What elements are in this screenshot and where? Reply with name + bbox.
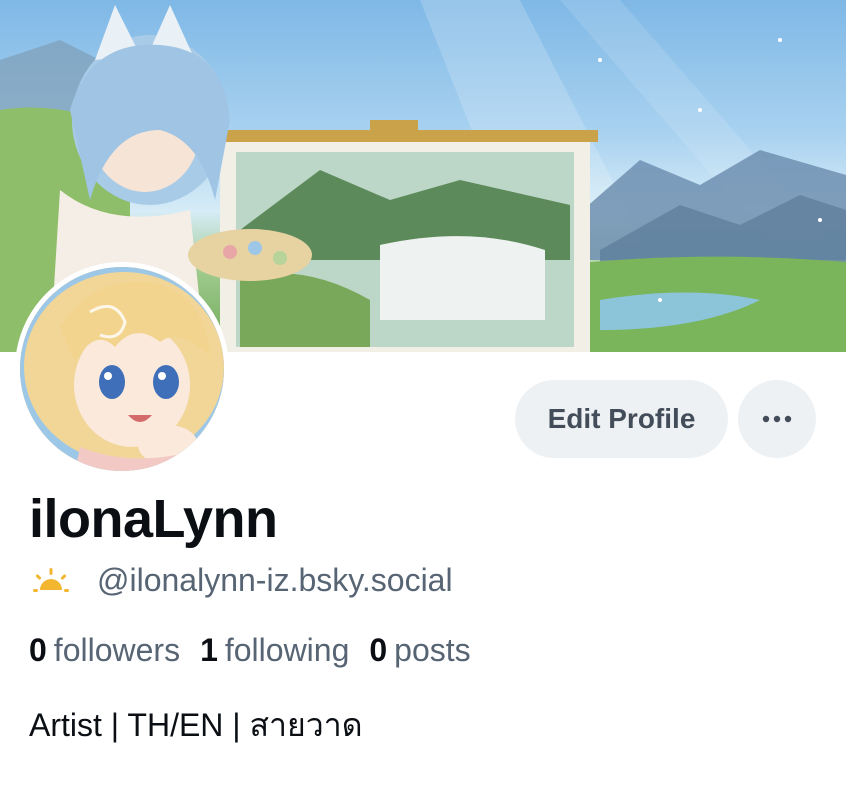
ellipsis-icon — [762, 415, 792, 423]
followers-count: 0 — [29, 632, 47, 668]
followers-label: followers — [53, 632, 181, 668]
posts-stat: 0 posts — [369, 630, 470, 670]
posts-count: 0 — [369, 632, 388, 668]
profile-page: Edit Profile ilonaLynn @ilonalynn-iz.bsk… — [0, 0, 846, 788]
avatar[interactable] — [15, 262, 229, 476]
more-options-button[interactable] — [738, 380, 816, 458]
display-name: ilonaLynn — [29, 489, 278, 549]
sunrise-icon — [33, 568, 69, 592]
profile-stats: 0 followers 1 following 0 posts — [29, 630, 491, 670]
edit-profile-button[interactable]: Edit Profile — [515, 380, 728, 458]
profile-bio: Artist | TH/EN | สายวาด — [29, 707, 363, 743]
following-count: 1 — [200, 632, 218, 668]
following-stat[interactable]: 1 following — [200, 630, 349, 670]
followers-stat[interactable]: 0 followers — [29, 630, 180, 670]
edit-profile-label: Edit Profile — [547, 403, 696, 434]
handle-row: @ilonalynn-iz.bsky.social — [31, 560, 453, 600]
posts-label: posts — [394, 632, 471, 668]
handle[interactable]: @ilonalynn-iz.bsky.social — [97, 560, 453, 600]
avatar-illustration — [20, 267, 224, 471]
following-label: following — [224, 632, 350, 668]
avatar-image — [20, 267, 224, 471]
